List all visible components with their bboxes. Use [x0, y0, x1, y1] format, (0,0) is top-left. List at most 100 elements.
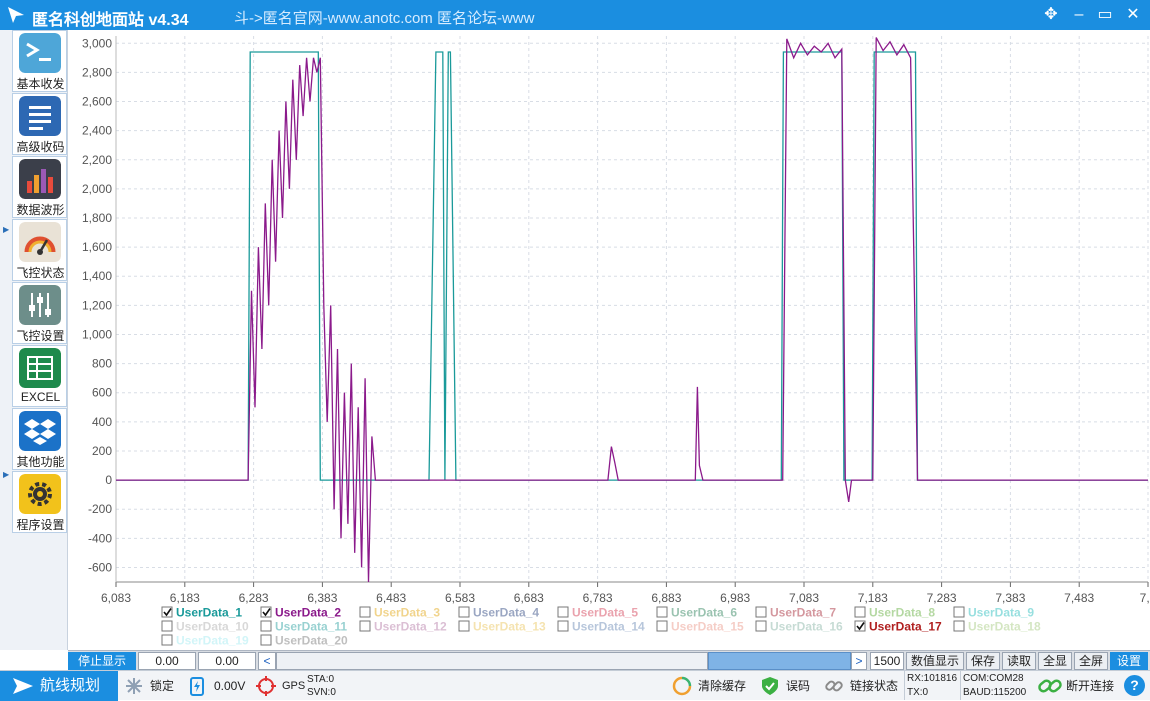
legend-checkbox[interactable] [260, 634, 272, 646]
minimize-button[interactable]: – [1068, 4, 1090, 26]
x-tick-label: 7,183 [858, 591, 888, 605]
gauge-icon [19, 222, 61, 262]
legend-checkbox[interactable] [953, 606, 965, 618]
legend-checkbox[interactable] [656, 606, 668, 618]
legend-item-UserData_5[interactable]: UserData_5 [572, 606, 638, 620]
sidebar-item-label: EXCEL [20, 390, 61, 404]
legend-checkbox[interactable] [656, 620, 668, 632]
load-button[interactable]: 读取 [1002, 652, 1036, 670]
stop-display-button[interactable]: 停止显示 [68, 652, 136, 670]
baud-rate: BAUD:115200 [963, 687, 1027, 698]
legend-item-UserData_14[interactable]: UserData_14 [572, 620, 645, 634]
x-tick-label: 7,383 [995, 591, 1025, 605]
fullscreen-button[interactable]: 全屏 [1074, 652, 1108, 670]
legend-item-UserData_7[interactable]: UserData_7 [770, 606, 836, 620]
x-tick-label: 7,5 [1140, 591, 1150, 605]
legend-item-UserData_3[interactable]: UserData_3 [374, 606, 440, 620]
legend-item-UserData_15[interactable]: UserData_15 [671, 620, 744, 634]
show-all-button[interactable]: 全显 [1038, 652, 1072, 670]
legend-checkbox[interactable] [359, 606, 371, 618]
link-icon [825, 680, 843, 692]
legend-item-UserData_13[interactable]: UserData_13 [473, 620, 546, 634]
x-tick-label: 6,983 [720, 591, 750, 605]
legend-item-UserData_6[interactable]: UserData_6 [671, 606, 737, 620]
clear-cache-button[interactable]: 清除缓存 [698, 671, 746, 701]
point-count-input[interactable]: 1500 [870, 652, 904, 670]
sidebar-arrow-icon[interactable]: ▶ [3, 225, 9, 234]
legend-item-UserData_17[interactable]: UserData_17 [869, 620, 942, 634]
waveform-plot[interactable]: 3,000 2,800 2,600 2,400 2,200 2,000 1,800 1,600… [68, 30, 1150, 650]
legend-item-UserData_9[interactable]: UserData_9 [968, 606, 1034, 620]
terminal-icon [19, 33, 61, 73]
legend-checkbox[interactable] [161, 634, 173, 646]
y-tick-label: 2,600 [82, 95, 112, 109]
sidebar-item-flight-status[interactable]: 飞控状态 [12, 219, 67, 281]
sidebar-item-other-functions[interactable]: 其他功能 [12, 408, 67, 470]
legend-item-UserData_11[interactable]: UserData_11 [275, 620, 347, 634]
gear-icon [19, 474, 61, 514]
legend-item-UserData_4[interactable]: UserData_4 [473, 606, 539, 620]
legend-checkbox[interactable] [755, 620, 767, 632]
numeric-display-button[interactable]: 数值显示 [906, 652, 964, 670]
y-tick-label: 400 [92, 415, 112, 429]
legend-item-UserData_8[interactable]: UserData_8 [869, 606, 935, 620]
legend-checkbox[interactable] [359, 620, 371, 632]
y-tick-label: 1,200 [82, 298, 112, 312]
scroll-right-button[interactable]: > [851, 652, 867, 670]
save-button[interactable]: 保存 [966, 652, 1000, 670]
scroll-left-button[interactable]: < [258, 652, 276, 670]
legend-item-UserData_2[interactable]: UserData_2 [275, 606, 341, 620]
legend-checkbox[interactable] [161, 620, 173, 632]
y-tick-label: 600 [92, 386, 112, 400]
legend-item-UserData_19[interactable]: UserData_19 [176, 634, 249, 648]
route-planning-button[interactable]: 航线规划 [0, 671, 118, 701]
value-field-1[interactable]: 0.00 [138, 652, 196, 670]
legend-item-UserData_10[interactable]: UserData_10 [176, 620, 249, 634]
close-button[interactable]: ✕ [1122, 4, 1144, 26]
maximize-button[interactable]: ▭ [1094, 4, 1116, 26]
value-field-2[interactable]: 0.00 [198, 652, 256, 670]
y-tick-label: 2,000 [82, 182, 112, 196]
sidebar-item-flight-settings[interactable]: 飞控设置 [12, 282, 67, 344]
sidebar-item-program-settings[interactable]: 程序设置 [12, 471, 67, 533]
disconnect-button[interactable]: 断开连接 [1066, 671, 1114, 701]
sidebar-item-basic-send[interactable]: 基本收发 [12, 30, 67, 92]
sidebar-item-excel[interactable]: EXCEL [12, 345, 67, 407]
y-tick-label: 2,200 [82, 153, 112, 167]
y-tick-label: 1,800 [82, 211, 112, 225]
gps-label: GPS [282, 680, 306, 692]
tx-counter: TX:0 [907, 687, 929, 698]
legend-item-UserData_18[interactable]: UserData_18 [968, 620, 1041, 634]
sidebar: ▶ ▶ 基本收发 高级收码 数据波形 飞控状态 飞控设置 EXCEL 其他功能 … [0, 30, 68, 650]
move-icon[interactable]: ✥ [1040, 4, 1062, 26]
y-tick-label: 3,000 [82, 36, 112, 50]
x-tick-label: 7,083 [789, 591, 819, 605]
x-tick-label: 6,083 [101, 591, 131, 605]
legend-checkbox[interactable] [953, 620, 965, 632]
scroll-thumb[interactable] [708, 652, 851, 670]
sidebar-item-advanced-receive[interactable]: 高级收码 [12, 93, 67, 155]
x-tick-label: 6,583 [445, 591, 475, 605]
legend-item-UserData_1[interactable]: UserData_1 [176, 606, 242, 620]
route-planning-label: 航线规划 [40, 677, 101, 694]
legend-checkbox[interactable] [854, 606, 866, 618]
link-status-label: 链接状态 [850, 679, 899, 693]
waveform-chart[interactable]: 3,000 2,800 2,600 2,400 2,200 2,000 1,800 1,600… [68, 30, 1150, 650]
help-button[interactable]: ? [1124, 675, 1145, 696]
legend-checkbox[interactable] [260, 620, 272, 632]
x-tick-label: 6,483 [376, 591, 406, 605]
sidebar-arrow-icon[interactable]: ▶ [3, 470, 9, 479]
legend-item-UserData_16[interactable]: UserData_16 [770, 620, 843, 634]
legend-checkbox[interactable] [557, 606, 569, 618]
sta-readout: STA:0 [307, 674, 335, 685]
legend-checkbox[interactable] [458, 620, 470, 632]
legend-checkbox[interactable] [458, 606, 470, 618]
legend-item-UserData_12[interactable]: UserData_12 [374, 620, 447, 634]
settings-button[interactable]: 设置 [1110, 652, 1148, 670]
legend-checkbox[interactable] [557, 620, 569, 632]
legend-item-UserData_20[interactable]: UserData_20 [275, 634, 348, 648]
scroll-track[interactable] [276, 652, 708, 670]
sidebar-item-waveform[interactable]: 数据波形 [12, 156, 67, 218]
legend-checkbox[interactable] [755, 606, 767, 618]
document-icon [19, 96, 61, 136]
